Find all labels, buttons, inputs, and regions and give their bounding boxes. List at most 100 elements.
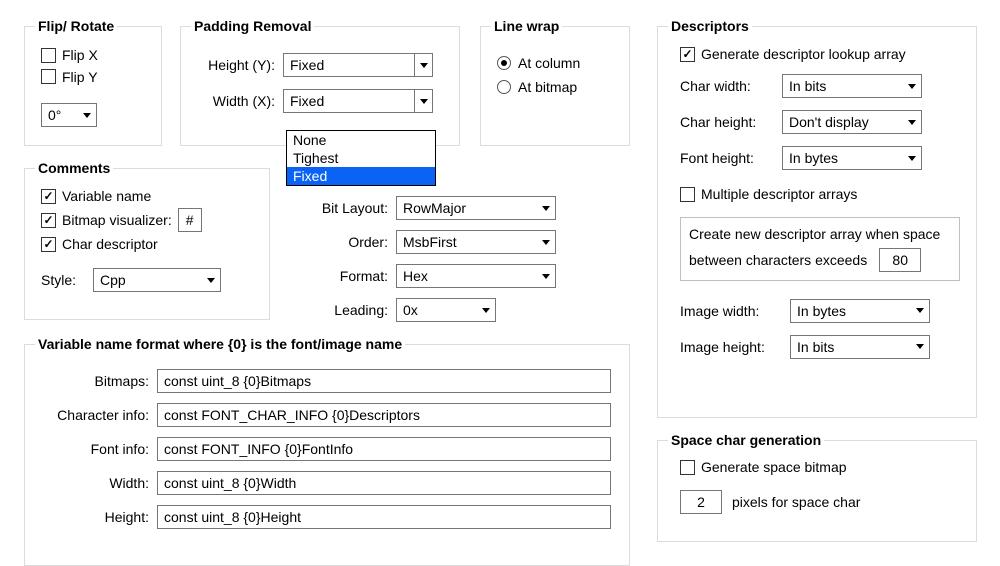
format-combo[interactable]: Hex xyxy=(396,264,556,288)
width-x-dropdown-list[interactable]: None Tighest Fixed xyxy=(286,130,436,186)
chevron-down-icon xyxy=(202,269,220,291)
variable-name-label: Variable name xyxy=(62,188,151,204)
font-height-label: Font height: xyxy=(680,150,782,166)
at-column-radio[interactable]: At column xyxy=(497,55,580,71)
width-x-value: Fixed xyxy=(284,93,414,109)
radio-icon xyxy=(497,56,511,70)
leading-label: Leading: xyxy=(306,302,396,318)
image-height-label: Image height: xyxy=(680,339,790,355)
pixels-label: pixels for space char xyxy=(732,494,860,510)
padding-removal-group: Padding Removal Height (Y): Fixed Width … xyxy=(180,18,460,146)
char-height-value: Don't display xyxy=(783,114,903,130)
height-y-label: Height (Y): xyxy=(195,57,283,73)
height-value: const uint_8 {0}Height xyxy=(164,509,301,525)
padding-removal-legend: Padding Removal xyxy=(191,18,314,34)
height-y-value: Fixed xyxy=(284,57,414,73)
multiple-arrays-checkbox[interactable]: Multiple descriptor arrays xyxy=(680,186,857,202)
char-width-combo[interactable]: In bits xyxy=(782,74,922,98)
height-input[interactable]: const uint_8 {0}Height xyxy=(157,505,611,529)
line-wrap-legend: Line wrap xyxy=(491,18,562,34)
fontinfo-input[interactable]: const FONT_INFO {0}FontInfo xyxy=(157,437,611,461)
rotate-degree-combo[interactable]: 0° xyxy=(41,103,97,127)
leading-combo[interactable]: 0x xyxy=(396,298,496,322)
height-y-combo[interactable]: Fixed xyxy=(283,53,433,77)
bitmaps-value: const uint_8 {0}Bitmaps xyxy=(164,373,311,389)
varfmt-legend: Variable name format where {0} is the fo… xyxy=(35,336,405,352)
charinfo-input[interactable]: const FONT_CHAR_INFO {0}Descriptors xyxy=(157,403,611,427)
bitmaps-input[interactable]: const uint_8 {0}Bitmaps xyxy=(157,369,611,393)
checkbox-icon xyxy=(680,187,695,202)
flip-x-label: Flip X xyxy=(62,47,98,63)
comments-legend: Comments xyxy=(35,160,113,176)
char-height-label: Char height: xyxy=(680,114,782,130)
chevron-down-icon xyxy=(414,90,432,112)
comments-group: Comments Variable name Bitmap visualizer… xyxy=(24,160,270,320)
multiple-arrays-label: Multiple descriptor arrays xyxy=(701,186,857,202)
char-width-label: Char width: xyxy=(680,78,782,94)
width-x-label: Width (X): xyxy=(195,93,283,109)
fontinfo-value: const FONT_INFO {0}FontInfo xyxy=(164,441,353,457)
flip-x-checkbox[interactable]: Flip X xyxy=(41,47,98,63)
threshold-value: 80 xyxy=(892,252,908,268)
char-descriptor-checkbox[interactable]: Char descriptor xyxy=(41,236,158,252)
chevron-down-icon xyxy=(477,299,495,321)
style-label: Style: xyxy=(41,272,93,288)
style-value: Cpp xyxy=(94,272,202,288)
space-gen-legend: Space char generation xyxy=(668,432,824,448)
dropdown-option-fixed[interactable]: Fixed xyxy=(287,167,435,185)
bit-layout-combo[interactable]: RowMajor xyxy=(396,196,556,220)
rotate-degree-value: 0° xyxy=(42,107,78,123)
bitmap-visualizer-char-input[interactable]: # xyxy=(178,208,202,232)
generate-lookup-checkbox[interactable]: Generate descriptor lookup array xyxy=(680,46,906,62)
fontinfo-label: Font info: xyxy=(39,441,157,457)
bitmap-visualizer-checkbox[interactable]: Bitmap visualizer: xyxy=(41,212,172,228)
threshold-input[interactable]: 80 xyxy=(879,248,921,272)
flip-rotate-group: Flip/ Rotate Flip X Flip Y 0° xyxy=(24,18,162,146)
checkbox-icon xyxy=(41,237,56,252)
checkbox-icon xyxy=(41,69,56,84)
flip-y-checkbox[interactable]: Flip Y xyxy=(41,69,98,85)
checkbox-icon xyxy=(680,47,695,62)
chevron-down-icon xyxy=(903,75,921,97)
bitmap-visualizer-label: Bitmap visualizer: xyxy=(62,212,172,228)
dropdown-option-tighest[interactable]: Tighest xyxy=(287,149,435,167)
space-gen-group: Space char generation Generate space bit… xyxy=(657,432,977,542)
dropdown-option-none[interactable]: None xyxy=(287,131,435,149)
byte-settings: Bit Layout: RowMajor Order: MsbFirst For… xyxy=(306,196,576,322)
style-combo[interactable]: Cpp xyxy=(93,268,221,292)
pixels-value: 2 xyxy=(697,494,705,510)
at-column-label: At column xyxy=(518,55,580,71)
chevron-down-icon xyxy=(903,147,921,169)
char-descriptor-label: Char descriptor xyxy=(62,236,158,252)
generate-space-bitmap-checkbox[interactable]: Generate space bitmap xyxy=(680,459,847,475)
image-width-label: Image width: xyxy=(680,303,790,319)
height-label: Height: xyxy=(39,509,157,525)
line-wrap-group: Line wrap At column At bitmap xyxy=(480,18,630,146)
variable-name-checkbox[interactable]: Variable name xyxy=(41,188,151,204)
width-input[interactable]: const uint_8 {0}Width xyxy=(157,471,611,495)
order-value: MsbFirst xyxy=(397,234,537,250)
chevron-down-icon xyxy=(414,54,432,76)
width-value: const uint_8 {0}Width xyxy=(164,475,296,491)
flip-rotate-legend: Flip/ Rotate xyxy=(35,18,117,34)
order-combo[interactable]: MsbFirst xyxy=(396,230,556,254)
bitmap-visualizer-char-value: # xyxy=(186,212,194,228)
flip-y-label: Flip Y xyxy=(62,69,98,85)
charinfo-label: Character info: xyxy=(39,407,157,423)
create-new-text1: Create new descriptor array when space xyxy=(689,226,951,242)
image-width-value: In bytes xyxy=(791,303,911,319)
image-height-combo[interactable]: In bits xyxy=(790,335,930,359)
bit-layout-value: RowMajor xyxy=(397,200,537,216)
font-height-value: In bytes xyxy=(783,150,903,166)
char-height-combo[interactable]: Don't display xyxy=(782,110,922,134)
image-width-combo[interactable]: In bytes xyxy=(790,299,930,323)
at-bitmap-radio[interactable]: At bitmap xyxy=(497,79,577,95)
font-height-combo[interactable]: In bytes xyxy=(782,146,922,170)
width-x-combo[interactable]: Fixed xyxy=(283,89,433,113)
image-height-value: In bits xyxy=(791,339,911,355)
at-bitmap-label: At bitmap xyxy=(518,79,577,95)
pixels-input[interactable]: 2 xyxy=(680,490,722,514)
chevron-down-icon xyxy=(903,111,921,133)
varfmt-group: Variable name format where {0} is the fo… xyxy=(24,336,630,566)
chevron-down-icon xyxy=(911,300,929,322)
